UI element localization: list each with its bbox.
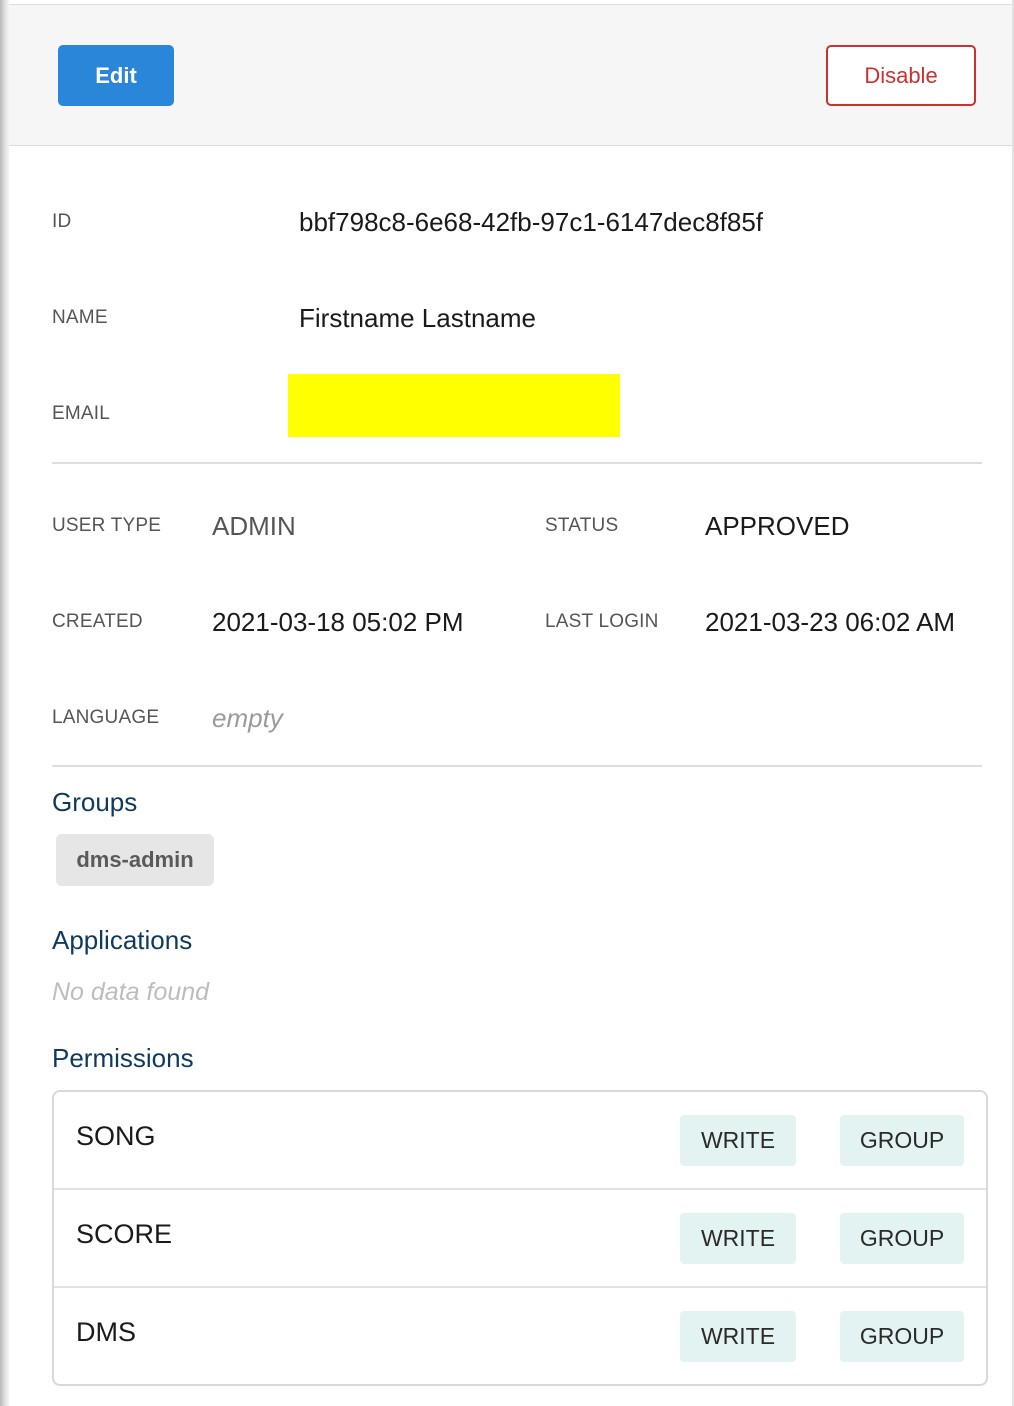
created-value: 2021-03-18 05:02 PM (212, 607, 464, 637)
permission-scope-tag: GROUP (840, 1115, 964, 1166)
id-label: ID (52, 211, 72, 232)
last-login-value: 2021-03-23 06:02 AM (705, 607, 956, 637)
permission-resource: SONG (76, 1121, 156, 1151)
permission-resource: DMS (76, 1317, 136, 1347)
permission-scope-tag: GROUP (840, 1311, 964, 1362)
permission-access-tag: WRITE (680, 1213, 796, 1264)
name-value: Firstname Lastname (299, 303, 536, 333)
group-chip[interactable]: dms-admin (56, 834, 214, 886)
permission-scope-tag: GROUP (840, 1213, 964, 1264)
user-type-label: USER TYPE (52, 515, 162, 536)
created-label: CREATED (52, 611, 143, 632)
permission-row: DMS WRITE GROUP (54, 1288, 986, 1384)
email-label: EMAIL (52, 403, 111, 424)
permissions-heading: Permissions (52, 1043, 194, 1073)
language-value: empty (212, 703, 283, 733)
status-value: APPROVED (705, 511, 850, 541)
user-type-value: ADMIN (212, 511, 296, 541)
status-label: STATUS (545, 515, 619, 536)
email-redaction-block (288, 374, 620, 437)
permission-resource: SCORE (76, 1219, 173, 1249)
applications-heading: Applications (52, 925, 193, 955)
name-label: NAME (52, 307, 108, 328)
permission-access-tag: WRITE (680, 1115, 796, 1166)
edit-button[interactable]: Edit (58, 45, 174, 106)
action-toolbar: Edit Disable (9, 4, 1012, 146)
permission-row: SCORE WRITE GROUP (54, 1190, 986, 1288)
permission-access-tag: WRITE (680, 1311, 796, 1362)
permissions-table: SONG WRITE GROUP SCORE WRITE GROUP DMS W… (52, 1090, 988, 1386)
user-detail-panel: Edit Disable ID bbf798c8-6e68-42fb-97c1-… (0, 0, 1014, 1406)
last-login-label: LAST LOGIN (545, 611, 659, 632)
applications-empty-text: No data found (52, 978, 210, 1006)
id-value: bbf798c8-6e68-42fb-97c1-6147dec8f85f (299, 207, 764, 237)
disable-button[interactable]: Disable (826, 45, 976, 106)
permission-row: SONG WRITE GROUP (54, 1092, 986, 1190)
groups-heading: Groups (52, 787, 138, 817)
panel-shadow-edge (0, 0, 9, 1406)
section-divider (52, 462, 982, 464)
language-label: LANGUAGE (52, 707, 160, 728)
section-divider (52, 765, 982, 767)
